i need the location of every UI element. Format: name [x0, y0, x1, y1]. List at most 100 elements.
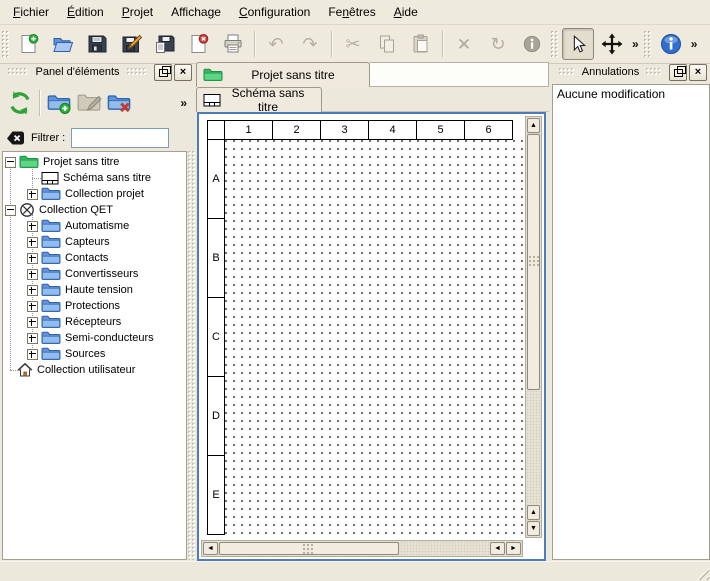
tab-schema-sans-titre[interactable]: Schéma sans titre: [196, 87, 322, 112]
undo-button[interactable]: ↶: [260, 28, 292, 60]
folder-blue-icon: [41, 186, 61, 202]
diagram-grid[interactable]: [224, 139, 523, 538]
undo-history-list[interactable]: Aucune modification: [552, 84, 710, 560]
scroll-up-button[interactable]: ▲: [527, 505, 540, 520]
scroll-left-button[interactable]: ◄: [203, 542, 218, 555]
tree-item-contacts[interactable]: Contacts: [3, 250, 186, 266]
restore-icon: [674, 69, 683, 77]
element-info-icon: [522, 34, 542, 54]
menu-configuration[interactable]: Configuration: [230, 1, 319, 23]
tree-item-haute-tension[interactable]: Haute tension: [3, 282, 186, 298]
menu-fichier[interactable]: Fichier: [4, 1, 58, 23]
undo-panel-titlebar[interactable]: Annulations ×: [551, 62, 710, 82]
expand-expander[interactable]: [27, 285, 38, 296]
horizontal-scrollbar-thumb[interactable]: [219, 542, 399, 555]
tree-item-recepteurs[interactable]: Récepteurs: [3, 314, 186, 330]
vertical-scrollbar-thumb[interactable]: [527, 134, 540, 390]
new-document-icon: [18, 33, 40, 55]
paste-icon: [410, 33, 432, 55]
elements-tree[interactable]: Projet sans titre Schéma sans titre Coll…: [2, 151, 187, 560]
element-info-button[interactable]: [516, 28, 548, 60]
tree-item-collection-utilisateur[interactable]: Collection utilisateur: [3, 362, 186, 378]
folder-green-icon: [203, 67, 223, 83]
menu-projet[interactable]: Projet: [113, 1, 162, 23]
menu-affichage[interactable]: Affichage: [162, 1, 230, 23]
tree-item-projet-sans-titre[interactable]: Projet sans titre: [3, 154, 186, 170]
expand-expander[interactable]: [27, 221, 38, 232]
close-panel-button[interactable]: ×: [689, 64, 707, 81]
save-button[interactable]: [81, 28, 113, 60]
rotate-button[interactable]: ↻: [482, 28, 514, 60]
arrow-right-icon: ►: [510, 545, 517, 552]
menu-fenetres[interactable]: Fenêtres: [319, 1, 384, 23]
paste-button[interactable]: [405, 28, 437, 60]
expand-expander[interactable]: [27, 301, 38, 312]
new-category-button[interactable]: [44, 88, 74, 118]
tree-item-protections[interactable]: Protections: [3, 298, 186, 314]
menu-edition[interactable]: Édition: [58, 1, 113, 23]
expand-expander[interactable]: [27, 269, 38, 280]
filter-input[interactable]: [71, 128, 169, 148]
tree-item-capteurs[interactable]: Capteurs: [3, 234, 186, 250]
tree-item-collection-qet[interactable]: Collection QET: [3, 202, 186, 218]
toolbar-handle[interactable]: [644, 31, 651, 57]
toolbar-handle[interactable]: [2, 31, 9, 57]
redo-button[interactable]: ↷: [294, 28, 326, 60]
tree-item-collection-projet[interactable]: Collection projet: [3, 186, 186, 202]
panel-resize-handle[interactable]: [188, 151, 195, 560]
window-resize-grip[interactable]: [694, 565, 709, 580]
horizontal-scrollbar[interactable]: ◄ ◄ ►: [201, 540, 523, 557]
expand-expander[interactable]: [27, 189, 38, 200]
clear-filter-icon[interactable]: [6, 130, 25, 147]
new-document-button[interactable]: [13, 28, 45, 60]
menu-aide[interactable]: Aide: [385, 1, 427, 23]
expand-expander[interactable]: [27, 317, 38, 328]
open-document-button[interactable]: [47, 28, 79, 60]
tree-item-convertisseurs[interactable]: Convertisseurs: [3, 266, 186, 282]
toolbar-overflow-button[interactable]: »: [629, 37, 642, 51]
copy-button[interactable]: [371, 28, 403, 60]
scroll-down-button[interactable]: ▼: [527, 521, 540, 536]
scroll-right-button[interactable]: ►: [506, 542, 521, 555]
collapse-expander[interactable]: [5, 157, 16, 168]
scroll-up-button[interactable]: ▲: [527, 118, 540, 133]
tree-item-sources[interactable]: Sources: [3, 346, 186, 362]
tab-projet-sans-titre[interactable]: Projet sans titre: [196, 62, 370, 87]
toolbar-separator: [39, 90, 40, 116]
toolbar-overflow-button[interactable]: »: [688, 37, 701, 51]
select-tool-button[interactable]: [562, 28, 594, 60]
delete-button[interactable]: ✕: [448, 28, 480, 60]
diagram-sheet[interactable]: 1 2 3 4 5 6 A B C D E: [201, 116, 523, 538]
print-button[interactable]: [217, 28, 249, 60]
expand-expander[interactable]: [27, 349, 38, 360]
float-panel-button[interactable]: [154, 64, 172, 81]
edit-category-button[interactable]: [74, 88, 104, 118]
reload-collections-button[interactable]: [5, 88, 35, 118]
panel-toolbar-overflow-button[interactable]: »: [177, 96, 190, 110]
tree-item-semi-conducteurs[interactable]: Semi-conducteurs: [3, 330, 186, 346]
folder-blue-icon: [41, 234, 61, 250]
move-tool-button[interactable]: [596, 28, 628, 60]
expand-expander[interactable]: [27, 253, 38, 264]
about-qet-button[interactable]: [655, 28, 687, 60]
float-panel-button[interactable]: [669, 64, 687, 81]
tree-item-automatisme[interactable]: Automatisme: [3, 218, 186, 234]
save-all-button[interactable]: [149, 28, 181, 60]
close-panel-button[interactable]: ×: [174, 64, 192, 81]
collapse-expander[interactable]: [5, 205, 16, 216]
delete-category-button[interactable]: [104, 88, 134, 118]
diagram-icon: [41, 171, 59, 186]
save-as-button[interactable]: [115, 28, 147, 60]
copy-icon: [376, 33, 398, 55]
undo-list-item[interactable]: Aucune modification: [553, 85, 709, 103]
scroll-left-button[interactable]: ◄: [490, 542, 505, 555]
vertical-scrollbar[interactable]: ▲ ▲ ▼: [525, 116, 542, 538]
arrow-up-icon: ▲: [530, 509, 537, 516]
cut-button[interactable]: ✂: [337, 28, 369, 60]
expand-expander[interactable]: [27, 237, 38, 248]
expand-expander[interactable]: [27, 333, 38, 344]
tree-item-schema-sans-titre[interactable]: Schéma sans titre: [3, 170, 186, 186]
close-file-button[interactable]: [183, 28, 215, 60]
elements-panel-titlebar[interactable]: Panel d'éléments ×: [0, 62, 195, 82]
toolbar-handle[interactable]: [551, 31, 558, 57]
